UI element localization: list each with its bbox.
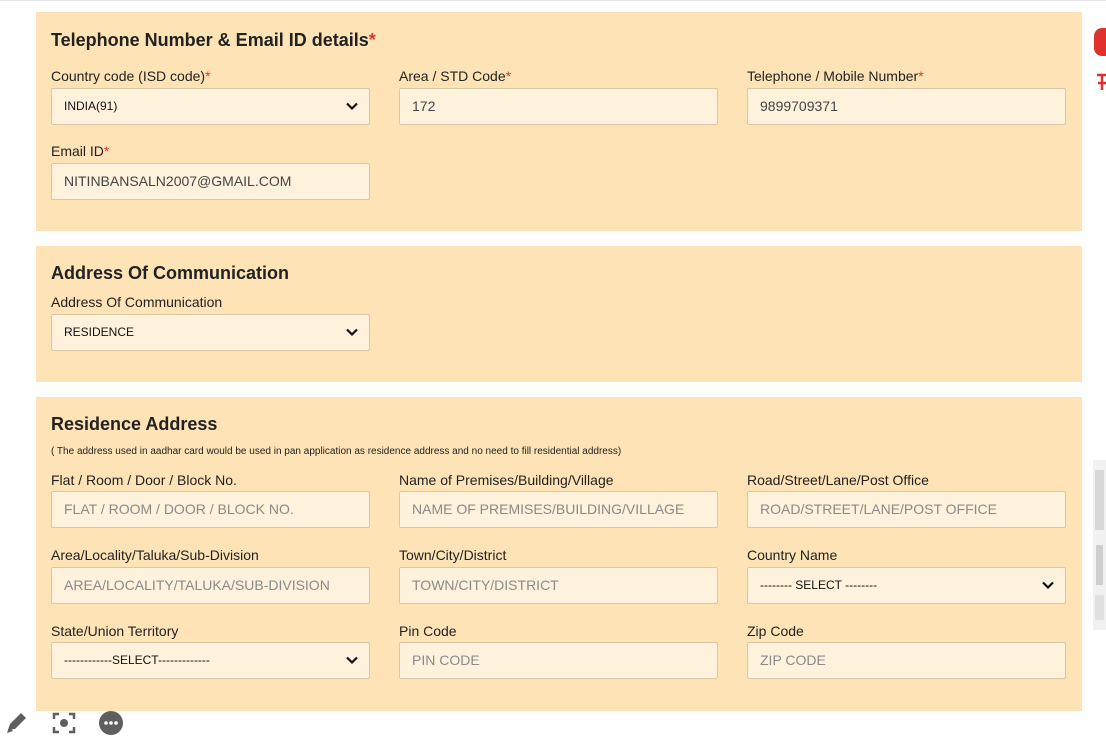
zip-code-label: Zip Code — [747, 623, 804, 639]
address-note: ( The address used in aadhar card would … — [51, 446, 622, 457]
area-code-label: Area / STD Code* — [399, 68, 512, 84]
required-mark: * — [505, 68, 512, 84]
screenshot-icon[interactable] — [51, 710, 77, 736]
chevron-down-icon — [346, 656, 358, 665]
chevron-down-icon — [346, 328, 358, 337]
top-divider — [0, 0, 1106, 1]
address-communication-select[interactable]: RESIDENCE — [51, 314, 370, 351]
email-input[interactable]: NITINBANSALN2007@GMAIL.COM — [51, 163, 370, 200]
address-communication-label: Address Of Communication — [51, 294, 223, 310]
required-mark: * — [368, 30, 376, 50]
area-locality-input[interactable]: AREA/LOCALITY/TALUKA/SUB-DIVISION — [51, 567, 370, 604]
state-label: State/Union Territory — [51, 623, 179, 639]
section-title: Telephone Number & Email ID details* — [51, 30, 376, 50]
road-label: Road/Street/Lane/Post Office — [747, 472, 929, 488]
section-title: Residence Address — [51, 414, 218, 434]
chevron-down-icon — [346, 102, 358, 111]
required-mark: * — [103, 143, 110, 159]
state-select[interactable]: ------------SELECT------------- — [51, 642, 370, 679]
town-label: Town/City/District — [399, 547, 507, 563]
country-name-select[interactable]: -------- SELECT -------- — [747, 567, 1066, 604]
address-communication-section: Address Of Communication Address Of Comm… — [36, 246, 1082, 382]
residence-address-section: Residence Address ( The address used in … — [36, 397, 1082, 711]
flat-label: Flat / Room / Door / Block No. — [51, 472, 237, 488]
pin-code-input[interactable]: PIN CODE — [399, 642, 718, 679]
telephone-input[interactable]: 9899709371 — [747, 88, 1066, 125]
premises-label: Name of Premises/Building/Village — [399, 472, 614, 488]
road-input[interactable]: ROAD/STREET/LANE/POST OFFICE — [747, 491, 1066, 528]
premises-input[interactable]: NAME OF PREMISES/BUILDING/VILLAGE — [399, 491, 718, 528]
country-code-select[interactable]: INDIA(91) — [51, 88, 370, 125]
chevron-down-icon — [1042, 581, 1054, 590]
country-code-label: Country code (ISD code)* — [51, 68, 211, 84]
area-code-input[interactable]: 172 — [399, 88, 718, 125]
pencil-icon[interactable] — [4, 710, 30, 736]
telephone-label: Telephone / Mobile Number* — [747, 68, 924, 84]
email-label: Email ID* — [51, 143, 110, 159]
town-input[interactable]: TOWN/CITY/DISTRICT — [399, 567, 718, 604]
required-mark: * — [918, 68, 924, 84]
side-image-strip — [1093, 460, 1106, 630]
flat-input[interactable]: FLAT / ROOM / DOOR / BLOCK NO. — [51, 491, 370, 528]
brand-mark-icon — [1097, 73, 1106, 90]
required-mark: * — [205, 68, 211, 84]
pin-code-label: Pin Code — [399, 623, 457, 639]
area-locality-label: Area/Locality/Taluka/Sub-Division — [51, 547, 259, 563]
section-title: Address Of Communication — [51, 263, 290, 283]
zip-code-input[interactable]: ZIP CODE — [747, 642, 1066, 679]
telephone-email-section: Telephone Number & Email ID details* Cou… — [36, 12, 1082, 231]
country-name-label: Country Name — [747, 547, 838, 563]
floating-badge-icon[interactable] — [1094, 28, 1106, 56]
more-icon[interactable] — [98, 710, 124, 736]
